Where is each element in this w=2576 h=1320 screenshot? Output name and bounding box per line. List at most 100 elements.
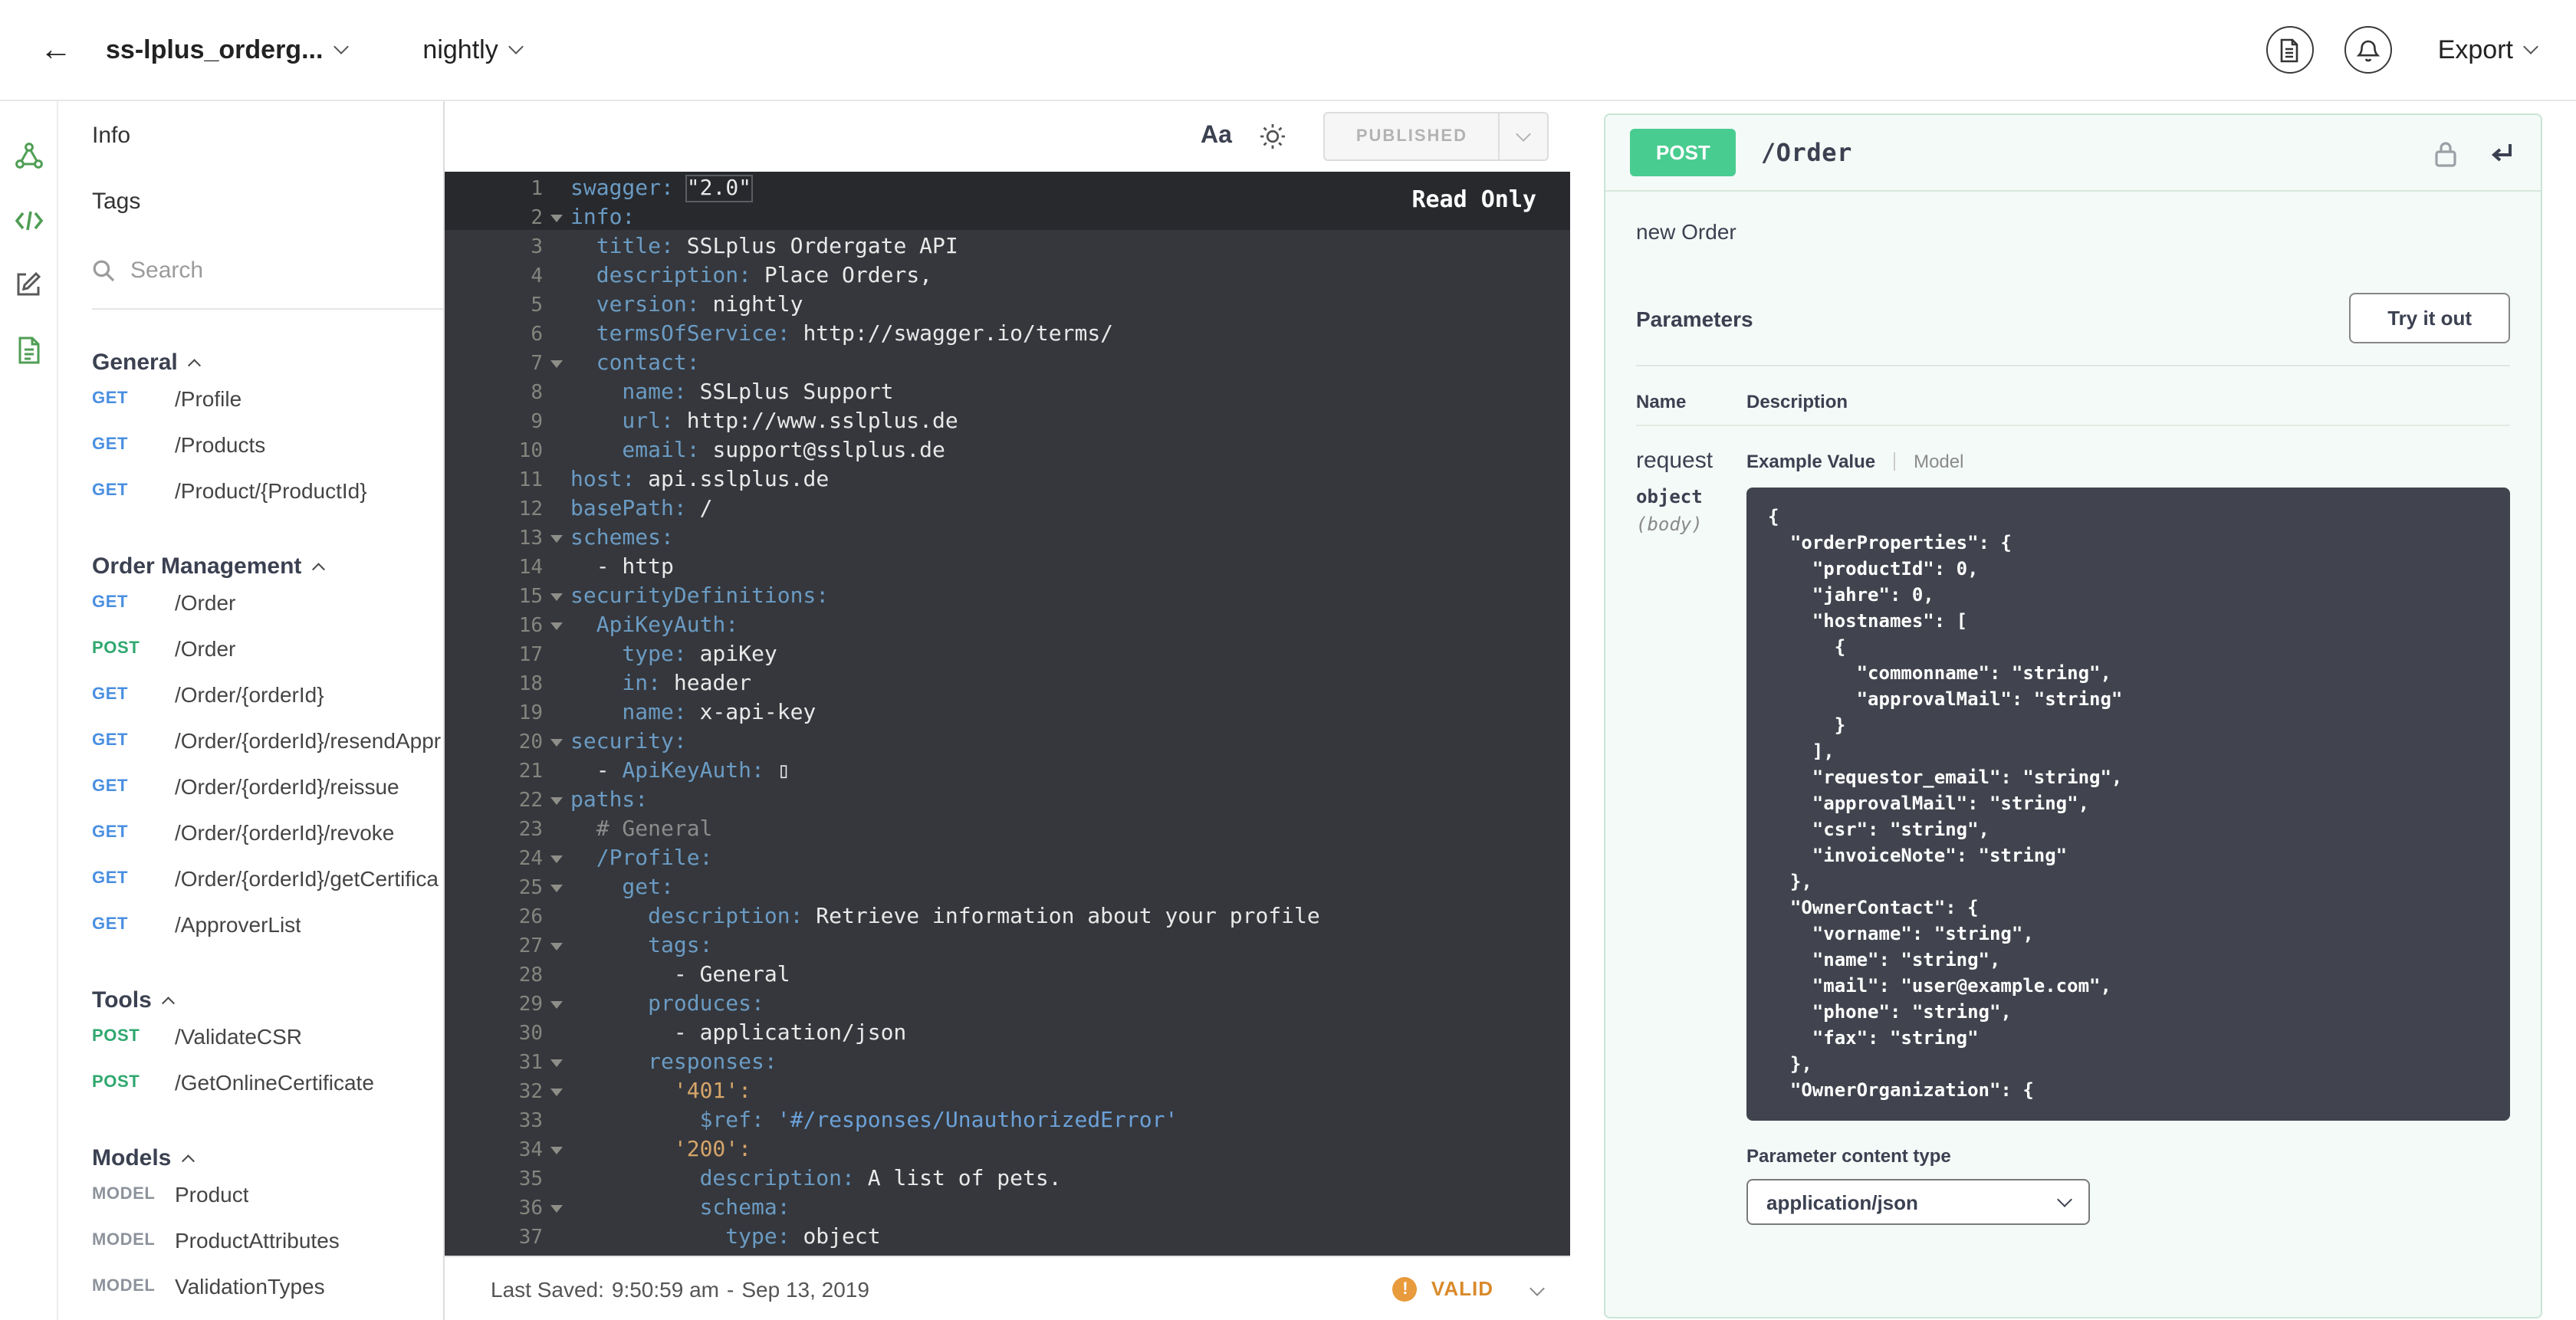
docs-icon[interactable]	[16, 336, 41, 365]
code-line: 26 description: Retrieve information abo…	[445, 903, 1570, 932]
sidebar-item[interactable]: GET/Products	[92, 422, 443, 468]
sidebar-item[interactable]: GET/Order	[92, 580, 443, 626]
font-settings-button[interactable]: Aa	[1201, 123, 1232, 150]
line-number: 29	[518, 993, 543, 1016]
publish-menu-button[interactable]	[1498, 112, 1549, 161]
fold-toggle-icon[interactable]	[543, 845, 570, 874]
sidebar-item[interactable]: MODEL ValidationTypes	[92, 1263, 443, 1309]
example-model-tabs: Example Value Model	[1746, 451, 2510, 472]
published-button[interactable]: PUBLISHED	[1323, 112, 1498, 161]
content-type-value: application/json	[1766, 1190, 1918, 1213]
fold-toggle-icon[interactable]	[543, 204, 570, 233]
sidebar-item-tags[interactable]: Tags	[92, 189, 443, 215]
fold-toggle-icon[interactable]	[543, 1049, 570, 1078]
search-box	[92, 258, 443, 310]
version-dropdown[interactable]: nightly	[422, 34, 524, 65]
lock-icon[interactable]	[2433, 139, 2458, 166]
fold-toggle-icon[interactable]	[543, 1078, 570, 1107]
code-text: - ApiKeyAuth: ▯	[570, 759, 790, 783]
code-text: name: x-api-key	[570, 701, 816, 725]
line-number: 35	[518, 1168, 543, 1191]
fold-toggle-icon[interactable]	[543, 932, 570, 961]
code-line: 5 version: nightly	[445, 291, 1570, 320]
sidebar-item[interactable]: GET/Order/{orderId}/revoke	[92, 809, 443, 855]
chevron-up-icon	[182, 1155, 194, 1167]
api-name-dropdown[interactable]: ss-lplus_orderg...	[106, 34, 349, 65]
sidebar-item[interactable]: GET/Order/{orderId}/reissue	[92, 763, 443, 809]
tab-model[interactable]: Model	[1914, 451, 1963, 472]
path-label: /Products	[175, 432, 266, 457]
fold-toggle-icon[interactable]	[543, 583, 570, 612]
path-label: /Order/{orderId}/reissue	[175, 774, 399, 799]
back-button[interactable]: ←	[40, 31, 72, 68]
validation-status[interactable]: ! VALID	[1392, 1276, 1545, 1301]
sidebar-item[interactable]: MODEL ProductAttributes	[92, 1217, 443, 1263]
content-type-select[interactable]: application/json	[1746, 1179, 2090, 1225]
fold-toggle-icon[interactable]	[543, 1194, 570, 1223]
code-line: 18 in: header	[445, 670, 1570, 699]
operation-header[interactable]: POST /Order	[1605, 115, 2541, 192]
sidebar-item[interactable]: GET/Order/{orderId}/resendAppr	[92, 717, 443, 763]
apis-icon[interactable]	[13, 141, 44, 172]
line-number: 16	[518, 615, 543, 638]
example-body-json: { "orderProperties": { "productId": 0, "…	[1746, 488, 2510, 1121]
line-number: 3	[531, 236, 543, 259]
code-text: tags:	[570, 934, 713, 958]
theme-toggle-icon[interactable]	[1260, 123, 1287, 150]
collapse-arrow-icon[interactable]	[2486, 140, 2516, 165]
search-input[interactable]	[130, 258, 360, 284]
export-dropdown[interactable]: Export	[2438, 34, 2538, 65]
path-label: /Order/{orderId}/resendAppr	[175, 728, 442, 753]
section-header[interactable]: Models	[92, 1145, 443, 1171]
code-line: 37 type: object	[445, 1223, 1570, 1253]
section-header[interactable]: Order Management	[92, 553, 443, 580]
fold-toggle-icon[interactable]	[543, 990, 570, 1020]
chevron-up-icon	[162, 997, 175, 1010]
tab-example-value[interactable]: Example Value	[1746, 451, 1875, 472]
sidebar-item[interactable]: GET/Product/{ProductId}	[92, 468, 443, 514]
code-line: 7 contact:	[445, 350, 1570, 379]
fold-toggle-icon[interactable]	[543, 612, 570, 641]
code-line: 14 - http	[445, 553, 1570, 583]
sidebar-item[interactable]: GET/ApproverList	[92, 901, 443, 947]
fold-toggle-icon[interactable]	[543, 728, 570, 757]
code-text: # General	[570, 817, 713, 842]
parameters-title: Parameters	[1636, 306, 1753, 330]
line-number: 4	[531, 265, 543, 288]
fold-toggle-icon[interactable]	[543, 524, 570, 553]
fold-toggle-icon[interactable]	[543, 874, 570, 903]
method-label: GET	[92, 593, 129, 612]
path-label: ValidationTypes	[175, 1274, 325, 1299]
code-editor-icon[interactable]	[13, 209, 44, 233]
code-editor[interactable]: Read Only 1 swagger: "2.0" 2 info: 3 title: …	[445, 172, 1570, 1256]
section-title: Order Management	[92, 553, 302, 580]
edit-icon[interactable]	[14, 270, 43, 299]
comparison-button[interactable]	[2266, 26, 2314, 74]
code-line: 10 email: support@sslplus.de	[445, 437, 1570, 466]
code-text: ApiKeyAuth:	[570, 613, 739, 638]
section-header[interactable]: Tools	[92, 987, 443, 1013]
sidebar-item-info[interactable]: Info	[92, 123, 443, 149]
fold-toggle-icon[interactable]	[543, 350, 570, 379]
parameter-location: (body)	[1636, 514, 1703, 535]
sidebar-item[interactable]: POST/GetOnlineCertificate	[92, 1059, 443, 1105]
sidebar-item[interactable]: GET/Profile	[92, 376, 443, 422]
section-header[interactable]: General	[92, 350, 443, 376]
sidebar-section: Tools POST/ValidateCSR POST/GetOnlineCerti…	[92, 987, 443, 1105]
code-line: 6 termsOfService: http://swagger.io/term…	[445, 320, 1570, 350]
try-it-out-button[interactable]: Try it out	[2349, 293, 2510, 343]
sidebar-item[interactable]: MODEL Product	[92, 1171, 443, 1217]
fold-toggle-icon[interactable]	[543, 1136, 570, 1165]
code-text: contact:	[570, 351, 700, 376]
method-label: MODEL	[92, 1231, 156, 1249]
sidebar-item[interactable]: GET/Order/{orderId}/getCertifica	[92, 855, 443, 901]
sidebar-item[interactable]: GET/Order/{orderId}	[92, 671, 443, 717]
code-line: 29 produces:	[445, 990, 1570, 1020]
line-number: 12	[518, 498, 543, 521]
sidebar-item[interactable]: POST/Order	[92, 626, 443, 671]
fold-toggle-icon[interactable]	[543, 786, 570, 816]
notifications-button[interactable]	[2344, 26, 2392, 74]
sidebar-item[interactable]: POST/ValidateCSR	[92, 1013, 443, 1059]
validation-dropdown[interactable]	[1520, 1276, 1545, 1301]
